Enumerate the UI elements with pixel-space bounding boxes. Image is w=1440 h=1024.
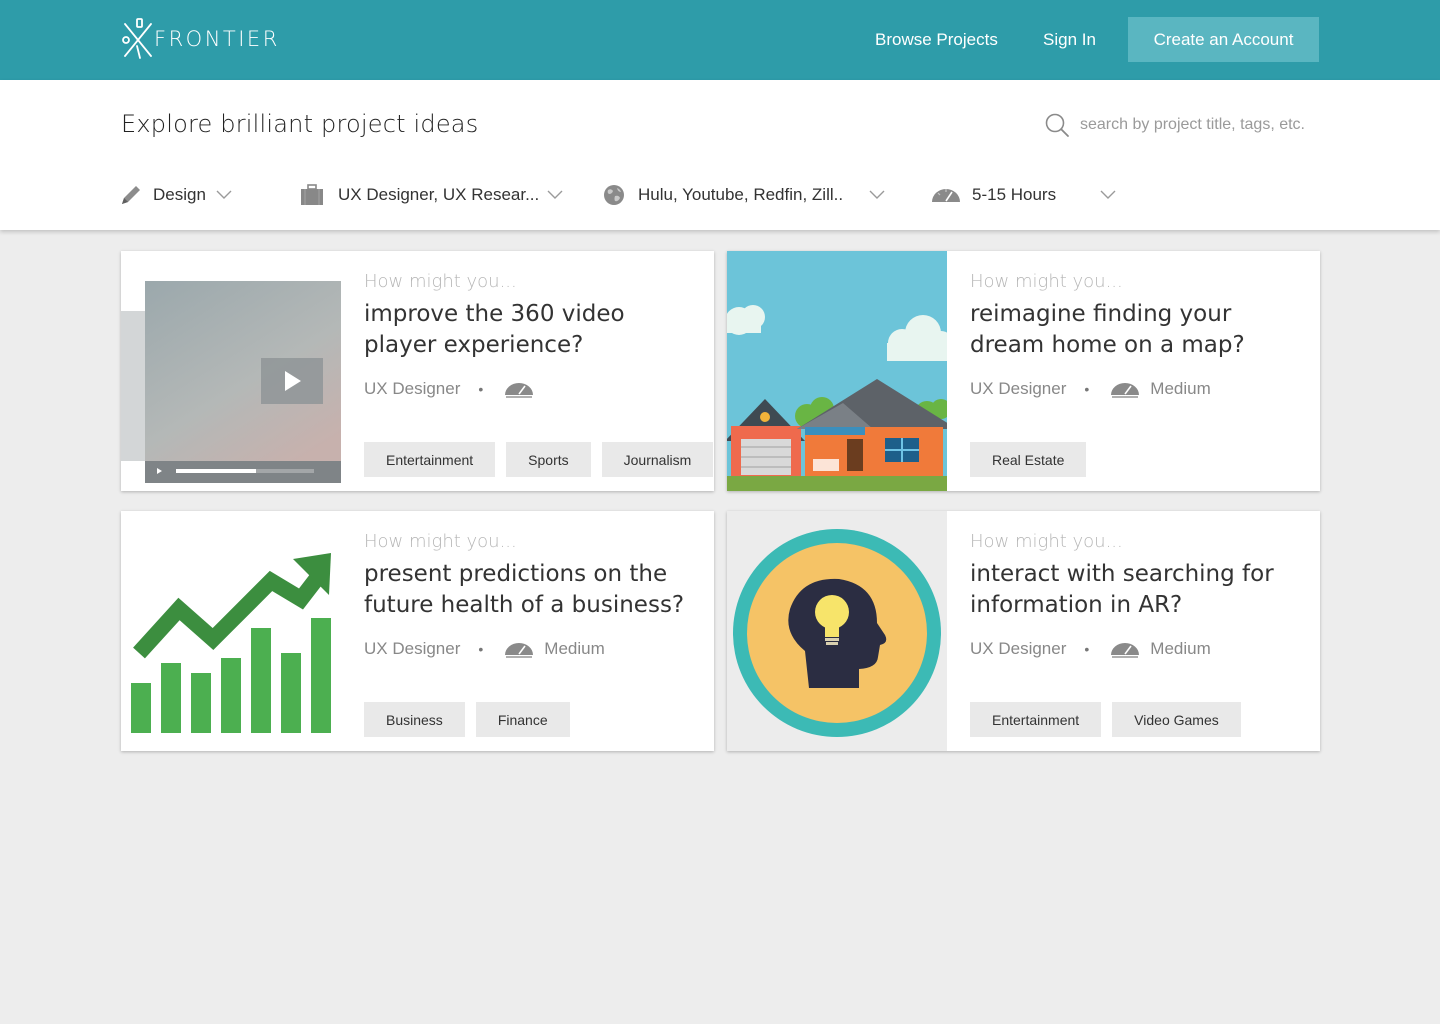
tag-chip[interactable]: Entertainment	[364, 442, 496, 477]
time-filter-label: 5-15 Hours	[972, 185, 1057, 204]
separator-dot: •	[478, 381, 484, 397]
create-account-button[interactable]: Create an Account	[1128, 17, 1319, 62]
card-meta: UX Designer • Medium	[970, 377, 1211, 401]
separator-dot: •	[1084, 641, 1090, 657]
top-navigation-bar: FRONTIER Browse Projects Sign In Create …	[0, 0, 1440, 80]
card-role: UX Designer	[970, 379, 1067, 398]
chevron-down-icon	[869, 190, 885, 199]
card-meta: UX Designer • Medium	[364, 637, 605, 661]
card-tags: Real Estate	[970, 442, 1097, 477]
video-player-thumbnail	[121, 251, 341, 491]
speedometer-icon	[505, 643, 534, 658]
separator-dot: •	[1084, 381, 1090, 397]
card-meta: UX Designer • Medium	[970, 637, 1211, 661]
card-prompt: How might you...	[970, 271, 1123, 292]
project-card[interactable]: How might you... present predictions on …	[121, 511, 714, 751]
role-filter-label: UX Designer, UX Resear...	[338, 185, 540, 204]
card-title: reimagine finding your dream home on a m…	[970, 301, 1245, 358]
card-title: improve the 360 video player experience?	[364, 301, 625, 358]
browse-projects-link[interactable]: Browse Projects	[875, 29, 998, 51]
brand-name: FRONTIER	[154, 27, 280, 51]
briefcase-icon	[300, 183, 324, 207]
tag-chip[interactable]: Journalism	[601, 442, 714, 477]
houses-illustration	[727, 251, 947, 491]
category-filter-label: Design	[153, 185, 206, 204]
brand-logo[interactable]: FRONTIER	[120, 16, 280, 62]
compass-logo-icon	[122, 18, 152, 59]
tag-chip[interactable]: Sports	[506, 442, 591, 477]
speedometer-icon	[930, 183, 962, 207]
card-prompt: How might you...	[364, 531, 517, 552]
tag-chip[interactable]: Video Games	[1112, 702, 1241, 737]
card-prompt: How might you...	[364, 271, 517, 292]
search-bar	[1044, 110, 1325, 142]
card-difficulty: Medium	[1150, 379, 1211, 398]
globe-icon	[602, 183, 626, 207]
tag-chip[interactable]: Real Estate	[970, 442, 1087, 477]
card-title: present predictions on the future health…	[364, 561, 685, 618]
tag-chip[interactable]: Finance	[475, 702, 570, 737]
card-role: UX Designer	[364, 379, 461, 398]
separator-dot: •	[478, 641, 484, 657]
lightbulb-head-illustration	[727, 511, 947, 751]
card-role: UX Designer	[364, 639, 461, 658]
card-tags: Business Finance	[364, 702, 581, 737]
pencil-icon	[119, 183, 143, 207]
explore-header-panel: Explore brilliant project ideas Design	[0, 80, 1440, 230]
chevron-down-icon	[547, 190, 563, 199]
company-filter-dropdown[interactable]: Hulu, Youtube, Redfin, Zill..	[602, 180, 885, 210]
card-title: interact with searching for information …	[970, 561, 1274, 618]
category-filter-dropdown[interactable]: Design	[119, 180, 232, 210]
card-difficulty: Medium	[544, 639, 605, 658]
chevron-down-icon	[1100, 190, 1116, 199]
speedometer-icon	[1111, 643, 1140, 658]
search-input[interactable]	[1080, 112, 1325, 138]
time-filter-dropdown[interactable]: 5-15 Hours	[930, 180, 1116, 210]
project-card[interactable]: How might you... interact with searching…	[727, 511, 1320, 751]
search-icon[interactable]	[1044, 112, 1070, 138]
tag-chip[interactable]: Business	[364, 702, 465, 737]
card-meta: UX Designer •	[364, 377, 535, 401]
speedometer-icon	[505, 383, 534, 398]
chevron-down-icon	[216, 190, 232, 199]
card-role: UX Designer	[970, 639, 1067, 658]
project-card[interactable]: How might you... improve the 360 video p…	[121, 251, 714, 491]
company-filter-label: Hulu, Youtube, Redfin, Zill..	[638, 185, 844, 204]
sign-in-link[interactable]: Sign In	[1043, 29, 1096, 51]
card-tags: Entertainment Sports Journalism	[364, 442, 724, 477]
page-title: Explore brilliant project ideas	[121, 110, 479, 138]
growth-chart-illustration	[121, 511, 341, 751]
tag-chip[interactable]: Entertainment	[970, 702, 1102, 737]
card-difficulty: Medium	[1150, 639, 1211, 658]
project-card[interactable]: How might you... reimagine finding your …	[727, 251, 1320, 491]
card-tags: Entertainment Video Games	[970, 702, 1252, 737]
speedometer-icon	[1111, 383, 1140, 398]
role-filter-dropdown[interactable]: UX Designer, UX Resear...	[300, 180, 563, 210]
card-prompt: How might you...	[970, 531, 1123, 552]
